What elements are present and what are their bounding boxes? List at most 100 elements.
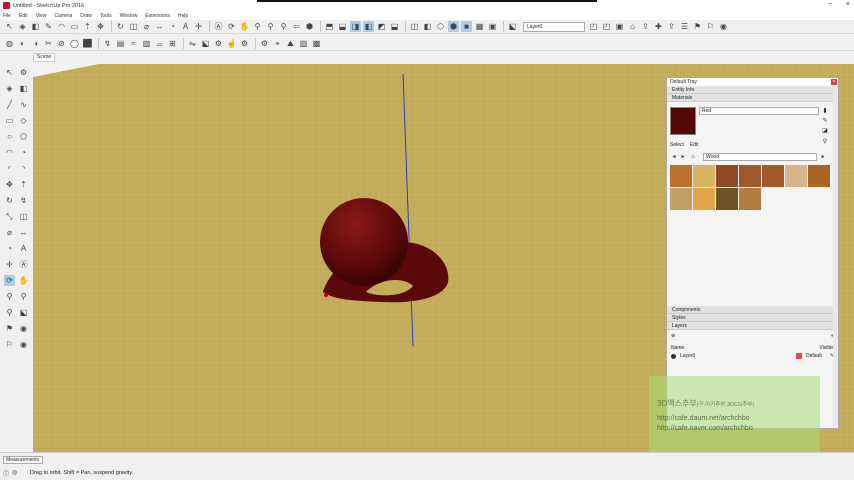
line-icon[interactable]: ╱ bbox=[4, 99, 15, 110]
menu-item-edit[interactable]: Edit bbox=[19, 13, 28, 19]
smoove-icon[interactable]: ≈ bbox=[128, 38, 139, 49]
material-swatch[interactable] bbox=[762, 165, 784, 187]
axes-icon[interactable]: ✛ bbox=[4, 259, 15, 270]
pencil-icon[interactable]: ✎ bbox=[43, 21, 54, 32]
push-pull-icon[interactable]: ⇡ bbox=[18, 179, 29, 190]
previous-view-icon[interactable]: ⇦ bbox=[291, 21, 302, 32]
pie-icon[interactable]: ◔ bbox=[18, 147, 29, 158]
rotate-icon[interactable]: ↻ bbox=[4, 195, 15, 206]
solid-tools-icon[interactable]: ⬛ bbox=[82, 38, 93, 49]
tray-section-components[interactable]: Components bbox=[667, 306, 838, 314]
3d-text-icon[interactable]: Ⓐ bbox=[213, 21, 224, 32]
select-icon[interactable]: ↖ bbox=[4, 67, 15, 78]
active-layer-radio[interactable] bbox=[671, 353, 676, 359]
rectangle-icon[interactable]: ▭ bbox=[69, 21, 80, 32]
top-view-icon[interactable]: ⬒ bbox=[324, 21, 335, 32]
shaded-icon[interactable]: ■ bbox=[461, 21, 472, 32]
forward-arrow-icon[interactable]: ▸ bbox=[679, 153, 687, 161]
arc-icon[interactable]: ◠ bbox=[56, 21, 67, 32]
info-icon[interactable]: ⓘ bbox=[3, 469, 9, 478]
position-camera-icon[interactable]: ⚐ bbox=[705, 21, 716, 32]
back-view-icon[interactable]: ◧ bbox=[363, 21, 374, 32]
flip-edge-icon[interactable]: ⇋ bbox=[187, 38, 198, 49]
warehouse-icon[interactable]: ⌂ bbox=[627, 21, 638, 32]
menu-item-view[interactable]: View bbox=[36, 13, 47, 19]
xray-icon[interactable]: ◫ bbox=[409, 21, 420, 32]
section-plane-icon[interactable]: ⬕ bbox=[507, 21, 518, 32]
move-icon[interactable]: ✥ bbox=[4, 179, 15, 190]
extension-warehouse-icon[interactable]: ✚ bbox=[653, 21, 664, 32]
polygon-icon[interactable]: ⬠ bbox=[18, 131, 29, 142]
material-swatch[interactable] bbox=[808, 165, 830, 187]
paint-icon[interactable]: ◈ bbox=[4, 83, 15, 94]
section-icon[interactable]: ⬕ bbox=[200, 38, 211, 49]
rotated-rect-icon[interactable]: ◇ bbox=[18, 115, 29, 126]
tray-section-layers[interactable]: Layers bbox=[667, 322, 838, 330]
three-point-arc-icon[interactable]: ◜ bbox=[4, 163, 15, 174]
menu-item-tools[interactable]: Tools bbox=[100, 13, 112, 19]
details-arrow-icon[interactable]: ▸ bbox=[819, 153, 827, 161]
textured-icon[interactable]: ▦ bbox=[474, 21, 485, 32]
3d-text-icon[interactable]: Ⓐ bbox=[18, 259, 29, 270]
layer-color[interactable] bbox=[795, 353, 802, 359]
add-detail-icon[interactable]: ⊞ bbox=[167, 38, 178, 49]
follow-me-icon[interactable]: ↯ bbox=[102, 38, 113, 49]
display-section-icon[interactable]: ◰ bbox=[588, 21, 599, 32]
measurements-box[interactable]: Measurements bbox=[3, 456, 43, 464]
match-photo-icon[interactable]: ▩ bbox=[311, 38, 322, 49]
monochrome-icon[interactable]: ▣ bbox=[487, 21, 498, 32]
trim-icon[interactable]: ✂ bbox=[43, 38, 54, 49]
share-model-icon[interactable]: ⇪ bbox=[640, 21, 651, 32]
layers-icon[interactable]: ☰ bbox=[679, 21, 690, 32]
layer-row[interactable]: Layer0 Default ✎ bbox=[667, 351, 838, 361]
protractor-icon[interactable]: ◔ bbox=[4, 243, 15, 254]
dynamic-component-icon[interactable]: ⚙ bbox=[213, 38, 224, 49]
move-icon[interactable]: ✥ bbox=[95, 21, 106, 32]
tab-edit[interactable]: Edit bbox=[690, 142, 699, 148]
axes-icon[interactable]: ✛ bbox=[193, 21, 204, 32]
component-options-icon[interactable]: ⚙ bbox=[239, 38, 250, 49]
push-pull-icon[interactable]: ⇡ bbox=[82, 21, 93, 32]
back-edges-icon[interactable]: ◧ bbox=[422, 21, 433, 32]
menu-item-camera[interactable]: Camera bbox=[54, 13, 72, 19]
material-swatch[interactable] bbox=[739, 165, 761, 187]
scene-tab[interactable]: Scene bbox=[33, 53, 56, 62]
rotate-icon[interactable]: ↻ bbox=[115, 21, 126, 32]
home-icon[interactable]: ⌂ bbox=[689, 153, 697, 161]
text-icon[interactable]: A bbox=[18, 243, 29, 254]
tray-section-materials[interactable]: Materials bbox=[667, 94, 838, 102]
material-swatch[interactable] bbox=[716, 165, 738, 187]
geolocation-icon[interactable]: ◎ bbox=[12, 469, 17, 478]
freehand-icon[interactable]: ∿ bbox=[18, 99, 29, 110]
section-plane-icon[interactable]: ⬕ bbox=[18, 307, 29, 318]
terrain-icon[interactable]: ⛰ bbox=[285, 38, 296, 49]
tray-section-styles[interactable]: Styles bbox=[667, 314, 838, 322]
menu-item-file[interactable]: File bbox=[3, 13, 11, 19]
eyedropper-icon[interactable]: ⚲ bbox=[821, 138, 829, 146]
union-icon[interactable]: ◍ bbox=[4, 38, 15, 49]
position-camera-icon[interactable]: ⚐ bbox=[4, 339, 15, 350]
eraser-icon[interactable]: ◧ bbox=[18, 83, 29, 94]
material-swatch[interactable] bbox=[693, 165, 715, 187]
photo-texture-icon[interactable]: ▨ bbox=[298, 38, 309, 49]
sample-paint-icon[interactable]: ✎ bbox=[821, 117, 829, 125]
tab-select[interactable]: Select bbox=[670, 142, 684, 148]
menu-item-draw[interactable]: Draw bbox=[80, 13, 92, 19]
intersect-icon[interactable]: ◐ bbox=[17, 38, 28, 49]
material-swatch[interactable] bbox=[716, 188, 738, 210]
orbit-icon[interactable]: ⟳ bbox=[4, 275, 15, 286]
component-icon[interactable]: ⚙ bbox=[18, 67, 29, 78]
menu-item-window[interactable]: Window bbox=[120, 13, 138, 19]
material-swatch[interactable] bbox=[693, 188, 715, 210]
material-library-select[interactable]: Wood bbox=[703, 153, 817, 161]
look-around-icon[interactable]: ◉ bbox=[18, 323, 29, 334]
look-around-icon[interactable]: ◉ bbox=[718, 21, 729, 32]
offset-icon[interactable]: ◫ bbox=[18, 211, 29, 222]
minimize-icon[interactable]: − bbox=[828, 1, 832, 8]
interact-icon[interactable]: ☝ bbox=[226, 38, 237, 49]
zoom-window-icon[interactable]: ⚲ bbox=[265, 21, 276, 32]
default-material-icon[interactable]: ◪ bbox=[821, 127, 829, 135]
menu-item-help[interactable]: Help bbox=[178, 13, 188, 19]
zoom-icon[interactable]: ⚲ bbox=[252, 21, 263, 32]
orbit-icon[interactable]: ⟳ bbox=[226, 21, 237, 32]
